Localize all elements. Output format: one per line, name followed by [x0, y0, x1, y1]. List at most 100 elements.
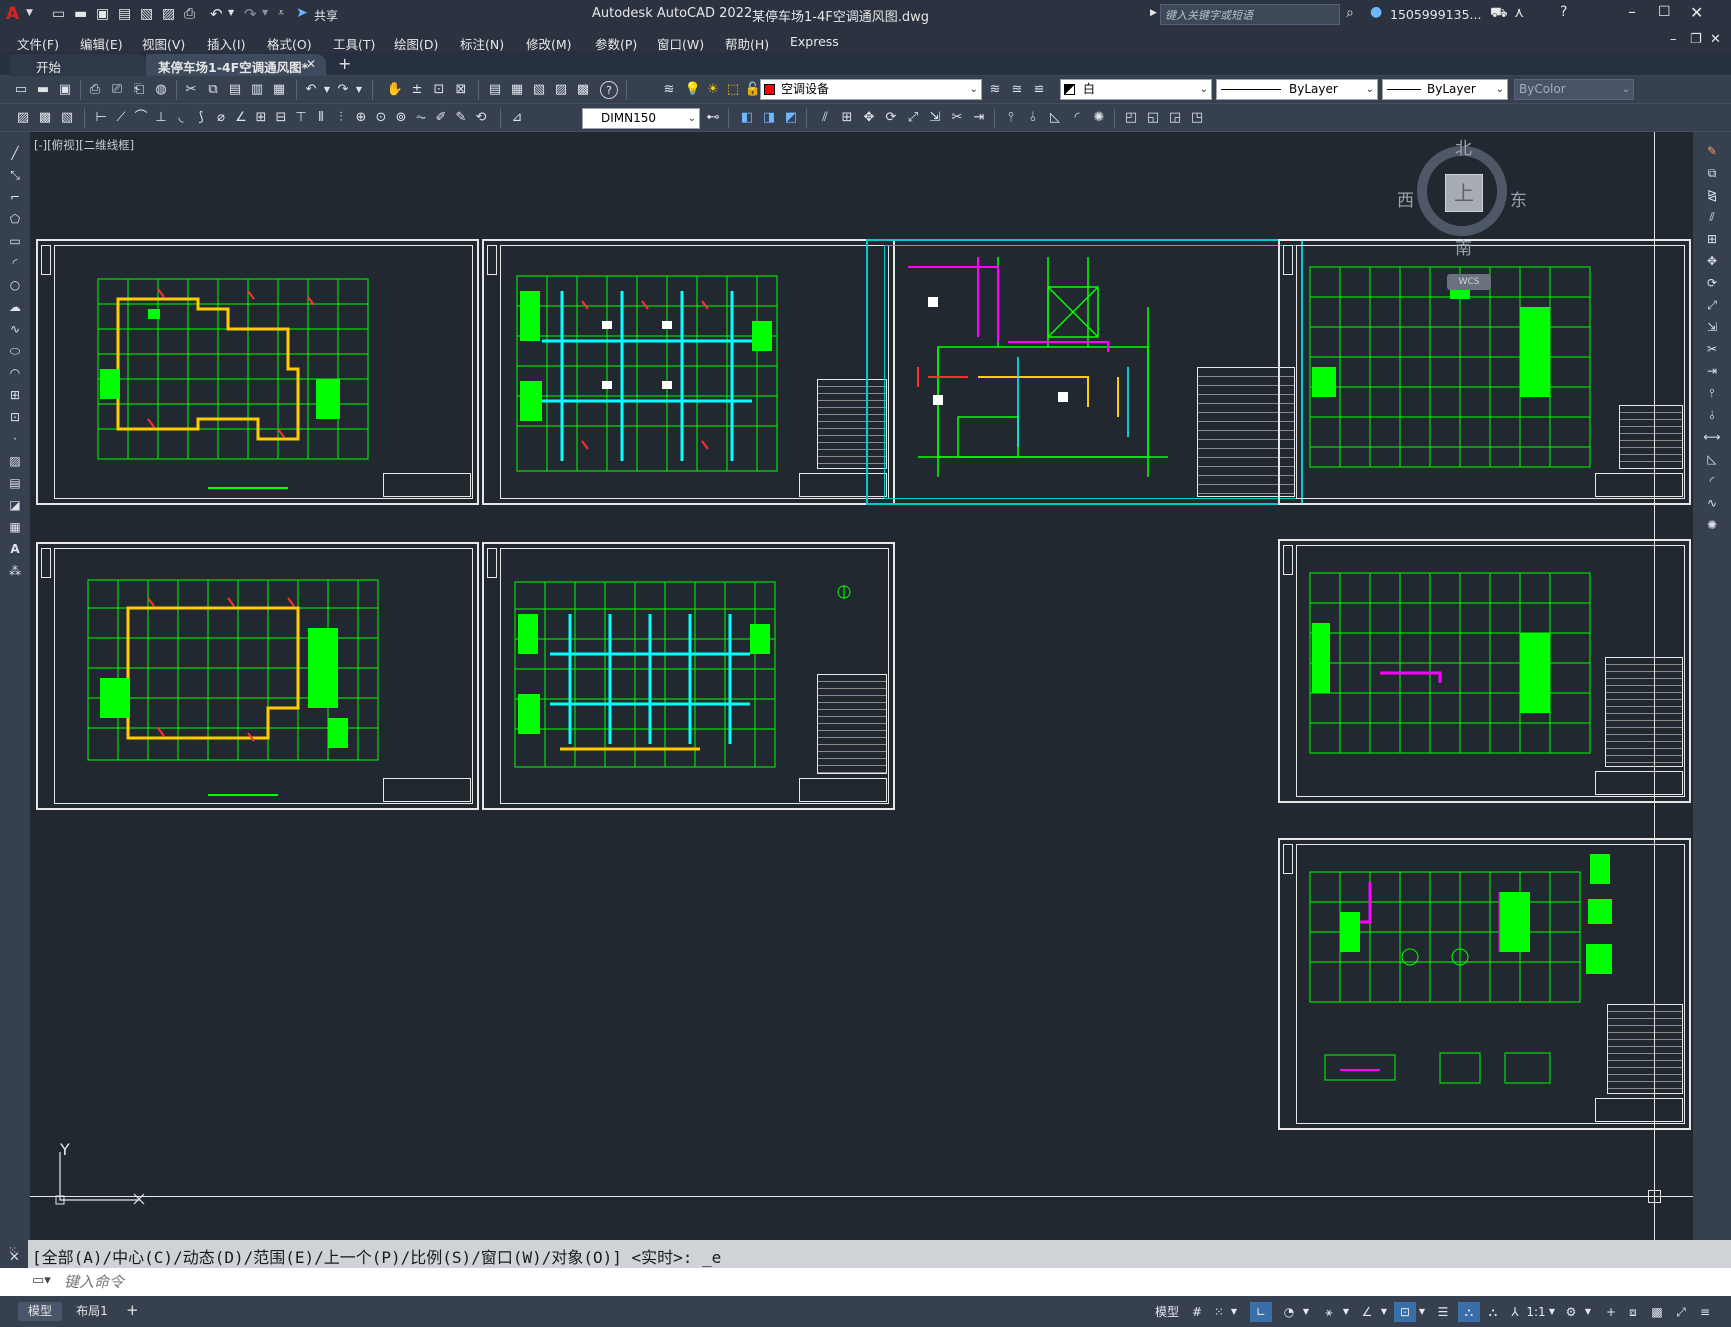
erase-icon[interactable]: ◧	[738, 109, 756, 127]
viewcube-north[interactable]: 北	[1455, 134, 1472, 159]
ellipse-arc-icon[interactable]: ◠	[6, 364, 24, 382]
polar-dropdown-icon[interactable]: ▼	[1300, 1302, 1312, 1322]
center-mark-icon[interactable]: ⊙	[372, 109, 390, 127]
tab-model[interactable]: 模型	[18, 1302, 62, 1321]
ellipse-icon[interactable]: ⬭	[6, 342, 24, 360]
drawing-sheet-7[interactable]	[1278, 539, 1691, 803]
layer-properties-icon[interactable]: ≋	[660, 81, 678, 99]
make-current-icon[interactable]: ≋	[986, 81, 1004, 99]
inspect-icon[interactable]: ⊚	[392, 109, 410, 127]
add-layout-icon[interactable]: +	[126, 1301, 139, 1319]
app-menu-chevron-icon[interactable]: ▼	[26, 8, 33, 18]
hatch-icon[interactable]: ▨	[6, 452, 24, 470]
layer-thaw-icon[interactable]: ☀	[704, 81, 722, 99]
annotation-monitor-icon[interactable]: +	[1600, 1302, 1622, 1322]
snap-icon[interactable]: ⁙	[1210, 1302, 1228, 1322]
join-side-icon[interactable]: ⟷	[1703, 428, 1721, 446]
extend-side-icon[interactable]: ⇥	[1703, 362, 1721, 380]
command-line[interactable]: ▭▾	[0, 1268, 1731, 1296]
explode-side-icon[interactable]: ✺	[1703, 516, 1721, 534]
drawing-sheet-2[interactable]	[482, 239, 895, 505]
menu-file[interactable]: 文件(F)	[17, 34, 59, 53]
layer-on-icon[interactable]: 💡	[684, 81, 702, 99]
otrack-icon[interactable]: ∠	[1356, 1302, 1378, 1322]
viewcube-east[interactable]: 东	[1510, 186, 1527, 211]
dim-jogged-icon[interactable]: ⟆	[192, 109, 210, 127]
group-icon[interactable]: ▩	[36, 109, 54, 127]
block-editor-icon[interactable]: ▦	[270, 81, 288, 99]
dimstyle-dropdown[interactable]: DIMN150 ⌄	[582, 108, 700, 129]
annotation-scale-icon[interactable]: ⅄	[1506, 1302, 1524, 1322]
rectangle-icon[interactable]: ▭	[6, 232, 24, 250]
dim-space-icon[interactable]: ⫴	[312, 109, 330, 127]
units-icon[interactable]: ⧈	[1622, 1302, 1644, 1322]
extend-icon[interactable]: ⇥	[970, 109, 988, 127]
dim-ordinate-icon[interactable]: ⊥	[152, 109, 170, 127]
menu-view[interactable]: 视图(V)	[142, 34, 185, 53]
gradient-icon[interactable]: ▤	[6, 474, 24, 492]
drawing-sheet-1[interactable]	[36, 239, 479, 505]
rotate-icon[interactable]: ⟳	[882, 109, 900, 127]
viewcube[interactable]: 上 北 南 东 西 WCS	[1385, 134, 1527, 294]
break-icon[interactable]: ⫯	[1002, 109, 1020, 127]
autodesk-app-icon[interactable]: ⋏	[1514, 5, 1524, 21]
explode-icon[interactable]: ✺	[1090, 109, 1108, 127]
autoscale-icon[interactable]: ⛬	[1482, 1302, 1504, 1322]
spline-icon[interactable]: ∿	[6, 320, 24, 338]
move-side-icon[interactable]: ✥	[1703, 252, 1721, 270]
model-space-button[interactable]: 模型	[1152, 1302, 1182, 1322]
grid-icon[interactable]: #	[1188, 1302, 1206, 1322]
hardware-accel-icon[interactable]: ▩	[1646, 1302, 1668, 1322]
point-icon[interactable]: ·	[6, 430, 24, 448]
command-input[interactable]	[64, 1271, 1704, 1293]
drawing-sheet-6[interactable]	[482, 542, 895, 810]
erase-side-icon[interactable]: ✎	[1703, 142, 1721, 160]
zoom-previous-icon[interactable]: ⊠	[452, 81, 470, 99]
dim-style-manager-icon[interactable]: ⊿	[508, 109, 526, 127]
fillet-icon[interactable]: ◜	[1068, 109, 1086, 127]
zoom-realtime-icon[interactable]: ±	[408, 81, 426, 99]
scale-icon[interactable]: ⤢	[904, 109, 922, 127]
menu-edit[interactable]: 编辑(E)	[80, 34, 123, 53]
offset-icon[interactable]: ⫽	[816, 109, 834, 127]
drawing-sheet-3-selected[interactable]	[866, 239, 1303, 505]
customize-qat-icon[interactable]: ⩡	[278, 6, 284, 20]
line-icon[interactable]: ╱	[6, 144, 24, 162]
rotate-side-icon[interactable]: ⟳	[1703, 274, 1721, 292]
cut-icon[interactable]: ✂	[182, 81, 200, 99]
dim-continue-icon[interactable]: ⊤	[292, 109, 310, 127]
plot-tb-icon[interactable]: ⎙	[86, 81, 104, 99]
copy-icon[interactable]: ⧉	[204, 81, 222, 99]
break-side-icon[interactable]: ⫰	[1703, 406, 1721, 424]
tool-palettes-icon[interactable]: ▧	[530, 81, 548, 99]
menu-window[interactable]: 窗口(W)	[657, 34, 704, 53]
wcs-menu[interactable]: WCS	[1447, 274, 1491, 290]
minimize-icon[interactable]: –	[1628, 2, 1636, 21]
stretch-icon[interactable]: ⇲	[926, 109, 944, 127]
ungroup-icon[interactable]: ▧	[58, 109, 76, 127]
jogged-linear-icon[interactable]: ⏦	[412, 109, 430, 127]
copy-side-icon[interactable]: ⧉	[1703, 164, 1721, 182]
viewcube-south[interactable]: 南	[1455, 234, 1472, 259]
polyline-icon[interactable]: ⌐	[6, 188, 24, 206]
redo-dropdown-icon[interactable]: ▼	[262, 8, 268, 17]
dim-quick-icon[interactable]: ⊞	[252, 109, 270, 127]
draw-order-icon[interactable]: ▨	[14, 109, 32, 127]
doc-minimize-icon[interactable]: –	[1670, 32, 1677, 47]
viewcube-face-top[interactable]: 上	[1445, 174, 1483, 212]
lineweight-toggle-icon[interactable]: ☰	[1432, 1302, 1454, 1322]
customization-menu-icon[interactable]: ≡	[1694, 1302, 1716, 1322]
menu-parametric[interactable]: 参数(P)	[595, 34, 637, 53]
break-point-icon[interactable]: ⫯	[1703, 384, 1721, 402]
3dprint-icon[interactable]: ◍	[152, 81, 170, 99]
search-box[interactable]: 键入关键字或短语	[1160, 4, 1340, 25]
scale-dropdown-icon[interactable]: ▼	[1546, 1302, 1558, 1322]
region-draw-icon[interactable]: ◪	[6, 496, 24, 514]
dim-linear-icon[interactable]: ⊢	[92, 109, 110, 127]
polygon-icon[interactable]: ⬠	[6, 210, 24, 228]
menu-modify[interactable]: 修改(M)	[526, 34, 572, 53]
autocad-logo-icon[interactable]: A	[6, 4, 19, 24]
move-icon[interactable]: ✥	[860, 109, 878, 127]
matchprop-icon[interactable]: ▥	[248, 81, 266, 99]
close-icon[interactable]: ✕	[1690, 3, 1703, 22]
